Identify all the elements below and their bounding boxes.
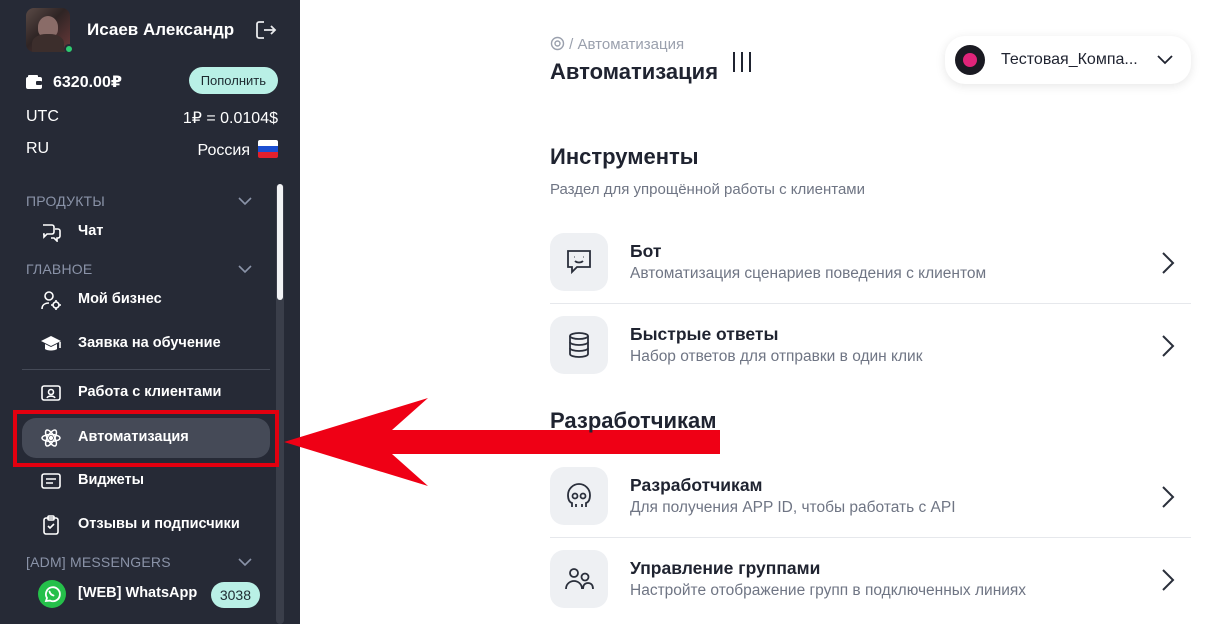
user-name: Исаев Александр: [87, 20, 235, 39]
sidebar-scrollbar-thumb[interactable]: [277, 184, 283, 300]
section-developers-title: Разработчикам: [550, 408, 717, 433]
card-description: Набор ответов для отправки в один клик: [630, 348, 923, 365]
timezone-label: UTC: [26, 108, 59, 125]
sidebar-divider: [22, 369, 270, 370]
card-icon-tile: [550, 233, 608, 291]
chevron-right-icon[interactable]: [1161, 251, 1175, 275]
card-description: Автоматизация сценариев поведения с клие…: [630, 265, 987, 282]
online-status-dot: [64, 44, 74, 54]
company-logo: [955, 45, 985, 75]
developer-octocat-icon: [567, 483, 591, 507]
wallet-icon: [26, 75, 42, 89]
card-separator: [550, 303, 1191, 304]
chevron-down-icon: [238, 197, 252, 206]
card-bot[interactable]: Бот Автоматизация сценариев поведения с …: [550, 233, 1191, 313]
sidebar-item-label: Заявка на обучение: [78, 335, 221, 351]
sidebar-item-label: Чат: [78, 223, 104, 239]
user-profile[interactable]: Исаев Александр: [26, 8, 278, 54]
rate-row: UTC 1₽ = 0.0104$: [26, 108, 278, 130]
company-selector[interactable]: Тестовая_Компа...: [945, 36, 1191, 84]
graduation-cap-icon: [41, 336, 61, 351]
unread-count-badge: 3038: [210, 582, 260, 608]
sidebar-item-label: Отзывы и подписчики: [78, 516, 240, 532]
card-title: Управление группами: [630, 558, 821, 578]
sidebar-item-my-business[interactable]: Мой бизнес: [22, 280, 270, 320]
country-value: Россия: [198, 140, 278, 160]
avatar[interactable]: [26, 8, 70, 52]
chevron-right-icon[interactable]: [1161, 568, 1175, 592]
card-icon-tile: [550, 550, 608, 608]
reviews-clipboard-icon: [43, 515, 59, 535]
balance-row: 6320.00₽ Пополнить: [26, 67, 278, 94]
section-tools-title: Инструменты: [550, 144, 699, 169]
card-description: Для получения APP ID, чтобы работать с A…: [630, 499, 956, 516]
balance-value: 6320.00₽: [53, 74, 122, 91]
chevron-down-icon: [1157, 55, 1173, 65]
highlight-box: [13, 410, 279, 467]
groups-icon: [565, 568, 594, 590]
card-group-management[interactable]: Управление группами Настройте отображени…: [550, 550, 1191, 624]
card-title: Разработчикам: [630, 475, 763, 495]
sidebar-item-chat[interactable]: Чат: [22, 212, 270, 252]
sidebar-item-label: Мой бизнес: [78, 291, 162, 307]
card-quick-replies[interactable]: Быстрые ответы Набор ответов для отправк…: [550, 316, 1191, 396]
vertical-bars-icon[interactable]: [730, 51, 754, 73]
sidebar-item-clients[interactable]: Работа с клиентами: [22, 373, 270, 413]
page-title: Автоматизация: [550, 59, 719, 84]
section-main-title: ГЛАВНОЕ: [26, 261, 93, 277]
section-tools-subtitle: Раздел для упрощённой работы с клиентами: [550, 181, 865, 198]
section-products[interactable]: ПРОДУКТЫ: [26, 193, 252, 211]
chat-icon: [43, 224, 61, 242]
logout-icon[interactable]: [255, 20, 277, 40]
sidebar-item-label: [WEB] WhatsApp: [78, 585, 198, 601]
chevron-down-icon: [238, 558, 252, 567]
whatsapp-icon: [38, 580, 66, 608]
sidebar-item-label: Виджеты: [78, 472, 145, 488]
chevron-down-icon: [238, 265, 252, 274]
breadcrumb: / Автоматизация: [550, 36, 684, 53]
section-products-title: ПРОДУКТЫ: [26, 193, 105, 209]
card-icon-tile: [550, 316, 608, 374]
card-title: Бот: [630, 241, 662, 261]
sidebar-item-whatsapp[interactable]: [WEB] WhatsApp 3038: [22, 574, 270, 614]
home-icon[interactable]: [550, 36, 565, 51]
section-messengers[interactable]: [ADM] MESSENGERS: [26, 554, 252, 572]
currency-rate: 1₽ = 0.0104$: [182, 110, 278, 127]
widgets-icon: [41, 473, 61, 489]
card-separator: [550, 537, 1191, 538]
country-row[interactable]: RU Россия: [26, 140, 278, 162]
company-name: Тестовая_Компа...: [1001, 51, 1138, 68]
card-icon-tile: [550, 467, 608, 525]
sidebar-item-training[interactable]: Заявка на обучение: [22, 324, 270, 364]
section-main[interactable]: ГЛАВНОЕ: [26, 261, 252, 279]
breadcrumb-current: / Автоматизация: [569, 36, 685, 53]
bot-chat-icon: [567, 250, 591, 275]
sidebar: Исаев Александр 6320.00₽ Пополнить UTC 1…: [0, 0, 300, 624]
chevron-right-icon[interactable]: [1161, 334, 1175, 358]
card-developers[interactable]: Разработчикам Для получения APP ID, чтоб…: [550, 467, 1191, 547]
country-name: Россия: [197, 142, 250, 159]
business-icon: [41, 291, 61, 310]
card-title: Быстрые ответы: [630, 324, 779, 344]
chevron-right-icon[interactable]: [1161, 485, 1175, 509]
section-messengers-title: [ADM] MESSENGERS: [26, 554, 171, 570]
sidebar-item-label: Работа с клиентами: [78, 384, 222, 400]
language-label: RU: [26, 140, 50, 157]
sidebar-item-widgets[interactable]: Виджеты: [22, 461, 270, 501]
database-icon: [569, 332, 589, 358]
card-description: Настройте отображение групп в подключенн…: [630, 582, 1027, 599]
topup-button[interactable]: Пополнить: [188, 67, 278, 94]
russia-flag-icon: [258, 140, 278, 158]
contact-card-icon: [41, 385, 61, 401]
sidebar-item-reviews[interactable]: Отзывы и подписчики: [22, 505, 270, 545]
